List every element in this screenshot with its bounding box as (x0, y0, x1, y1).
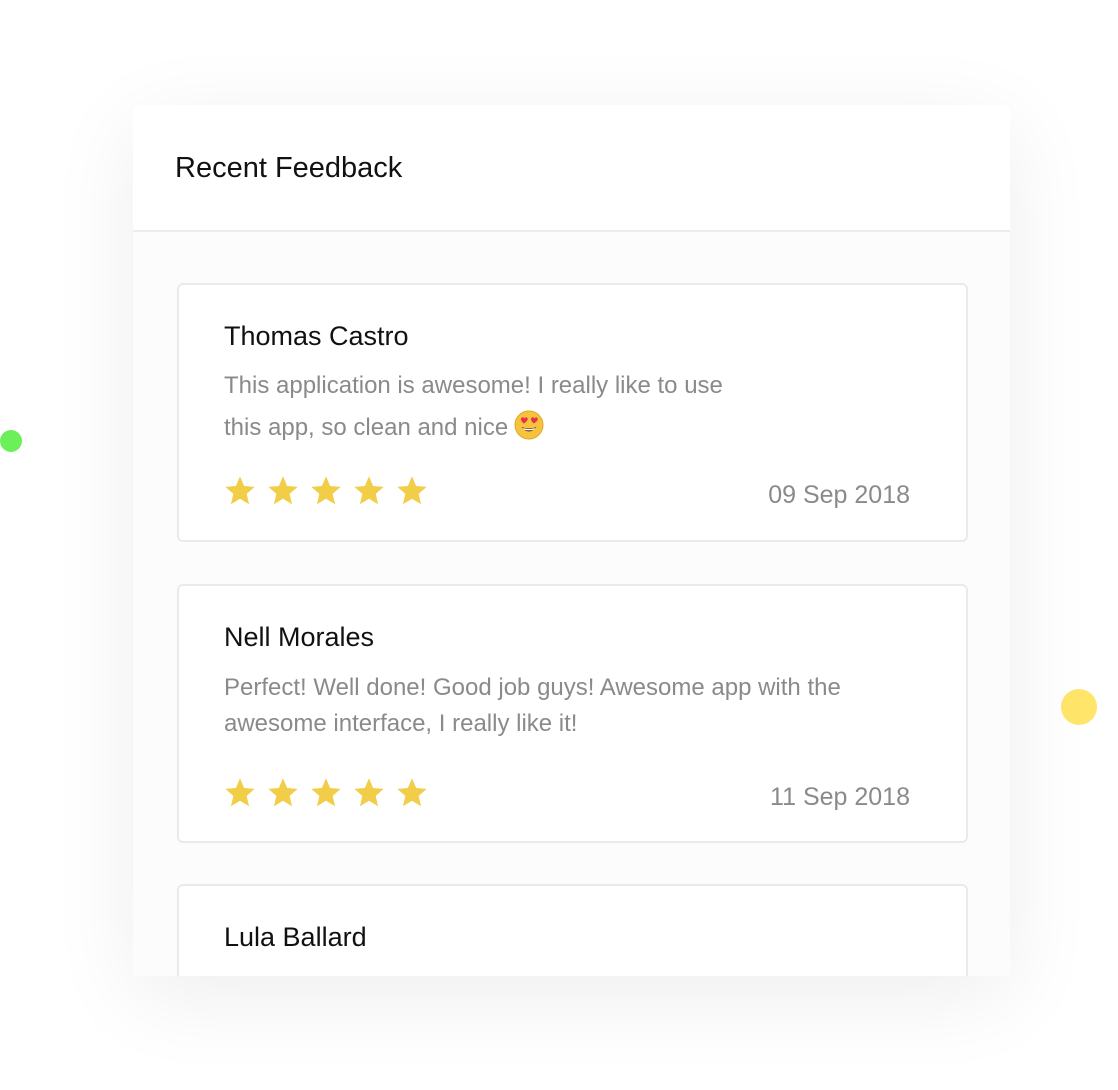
review-date: 11 Sep 2018 (770, 783, 910, 811)
screen: Recent Feedback Thomas Castro This appli… (0, 0, 1118, 1090)
star-icon (310, 475, 342, 506)
feedback-card[interactable]: Thomas Castro This application is awesom… (177, 283, 968, 542)
review-comment-text: This application is awesome! I really li… (224, 372, 723, 441)
star-icon (310, 777, 342, 808)
yellow-decor-dot (1061, 689, 1097, 725)
reviewer-name: Thomas Castro (224, 321, 409, 351)
feedback-card[interactable]: Lula Ballard (177, 884, 968, 976)
panel-title: Recent Feedback (175, 152, 403, 184)
star-icon (353, 777, 385, 808)
smiling-face-with-heart-eyes-icon (514, 410, 544, 440)
review-date: 09 Sep 2018 (768, 481, 910, 509)
reviewer-name: Lula Ballard (224, 922, 367, 952)
star-icon (353, 475, 385, 506)
review-comment: Perfect! Well done! Good job guys! Aweso… (224, 674, 841, 737)
star-icon (224, 777, 256, 808)
green-decor-dot (0, 430, 22, 452)
star-icon (396, 777, 428, 808)
panel-header: Recent Feedback (133, 105, 1010, 232)
feedback-panel: Recent Feedback Thomas Castro This appli… (133, 105, 1010, 976)
review-comment: This application is awesome! I really li… (224, 365, 744, 449)
star-rating (224, 777, 428, 808)
star-icon (267, 475, 299, 506)
star-rating (224, 475, 428, 506)
star-icon (396, 475, 428, 506)
star-icon (224, 475, 256, 506)
feedback-card[interactable]: Nell Morales Perfect! Well done! Good jo… (177, 584, 968, 843)
reviewer-name: Nell Morales (224, 622, 375, 652)
star-icon (267, 777, 299, 808)
